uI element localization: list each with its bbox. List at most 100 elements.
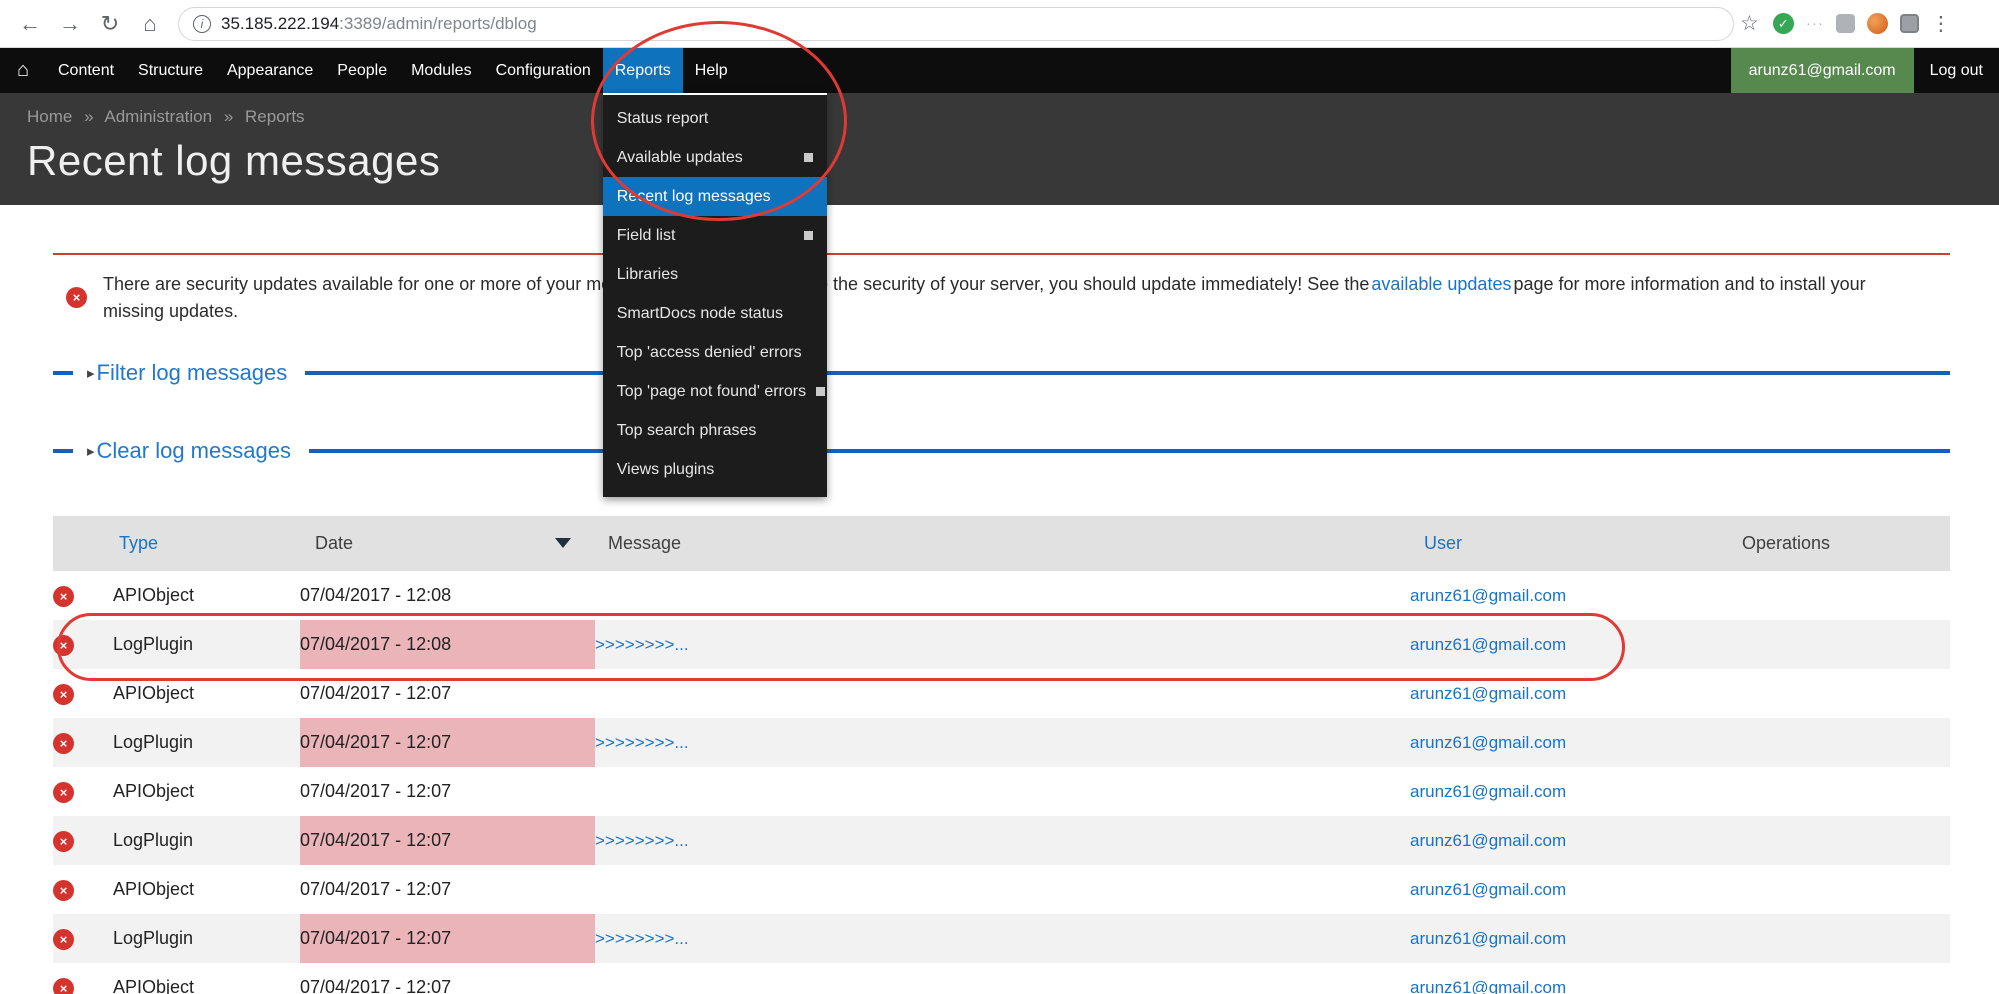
- log-date: 07/04/2017 - 12:07: [300, 767, 595, 816]
- dropdown-item-top-page-not-found[interactable]: Top 'page not found' errors: [603, 372, 827, 411]
- menu-item-modules[interactable]: Modules: [399, 48, 483, 93]
- menu-item-structure[interactable]: Structure: [126, 48, 215, 93]
- dropdown-item-recent-log-messages[interactable]: Recent log messages: [603, 177, 827, 216]
- clear-log-messages-fieldset: ▸ Clear log messages: [53, 437, 1950, 465]
- user-link[interactable]: arunz61@gmail.com: [1410, 586, 1566, 605]
- log-date: 07/04/2017 - 12:07: [300, 865, 595, 914]
- error-icon: ×: [53, 929, 74, 950]
- table-row: × LogPlugin 07/04/2017 - 12:07 >>>>>>>>.…: [53, 914, 1950, 963]
- table-row: × APIObject 07/04/2017 - 12:07 arunz61@g…: [53, 865, 1950, 914]
- dropdown-item-top-search-phrases[interactable]: Top search phrases: [603, 411, 827, 450]
- user-link[interactable]: arunz61@gmail.com: [1410, 880, 1566, 899]
- extension-dots-icon[interactable]: ···: [1806, 15, 1824, 32]
- breadcrumb-home[interactable]: Home: [27, 107, 72, 126]
- collapsed-arrow-icon: ▸: [87, 442, 95, 460]
- admin-toolbar: ⌂ Content Structure Appearance People Mo…: [0, 48, 1999, 93]
- address-bar[interactable]: i 35.185.222.194:3389/admin/reports/dblo…: [178, 7, 1734, 41]
- user-link[interactable]: arunz61@gmail.com: [1410, 929, 1566, 948]
- log-type: LogPlugin: [113, 816, 300, 865]
- log-type: APIObject: [113, 669, 300, 718]
- dropdown-item-smartdocs-node-status[interactable]: SmartDocs node status: [603, 294, 827, 333]
- account-email-badge[interactable]: arunz61@gmail.com: [1731, 48, 1914, 93]
- log-date: 07/04/2017 - 12:08: [300, 620, 595, 669]
- browser-menu-icon[interactable]: ⋮: [1931, 11, 1951, 36]
- extension-icon[interactable]: [1836, 14, 1855, 33]
- update-indicator-icon: [804, 153, 813, 162]
- menu-item-configuration[interactable]: Configuration: [484, 48, 603, 93]
- user-link[interactable]: arunz61@gmail.com: [1410, 635, 1566, 654]
- drupal-home-icon[interactable]: ⌂: [0, 48, 46, 93]
- table-row-highlighted: × LogPlugin 07/04/2017 - 12:08 >>>>>>>>.…: [53, 620, 1950, 669]
- sort-type-link[interactable]: Type: [119, 533, 158, 553]
- breadcrumb-reports[interactable]: Reports: [245, 107, 305, 126]
- update-indicator-icon: [816, 387, 825, 396]
- dropdown-item-available-updates[interactable]: Available updates: [603, 138, 827, 177]
- home-icon[interactable]: ⌂: [132, 6, 168, 42]
- extensions-area: ✓ ···: [1773, 13, 1919, 34]
- menu-item-people[interactable]: People: [325, 48, 399, 93]
- back-icon[interactable]: ←: [12, 6, 48, 42]
- log-date: 07/04/2017 - 12:07: [300, 816, 595, 865]
- user-link[interactable]: arunz61@gmail.com: [1410, 733, 1566, 752]
- page-header: Home » Administration » Reports Recent l…: [0, 93, 1999, 205]
- screenshot-extension-icon[interactable]: [1900, 14, 1919, 33]
- log-date: 07/04/2017 - 12:08: [300, 571, 595, 620]
- header-type: Type: [113, 516, 300, 571]
- menu-item-help[interactable]: Help: [683, 48, 740, 93]
- dropdown-item-top-access-denied[interactable]: Top 'access denied' errors: [603, 333, 827, 372]
- bookmark-star-icon[interactable]: ☆: [1740, 11, 1759, 36]
- log-date: 07/04/2017 - 12:07: [300, 718, 595, 767]
- table-row: × APIObject 07/04/2017 - 12:07 arunz61@g…: [53, 963, 1950, 994]
- log-type: APIObject: [113, 571, 300, 620]
- profile-avatar-icon[interactable]: [1867, 13, 1888, 34]
- log-type: APIObject: [113, 963, 300, 994]
- header-date-sorted[interactable]: Date: [300, 516, 595, 571]
- error-icon: ×: [53, 831, 74, 852]
- dropdown-item-status-report[interactable]: Status report: [603, 99, 827, 138]
- url-host: 35.185.222.194: [221, 14, 339, 33]
- menu-item-reports[interactable]: Reports Status report Available updates …: [603, 48, 683, 93]
- log-type: LogPlugin: [113, 620, 300, 669]
- error-icon: ×: [53, 782, 74, 803]
- log-message-link[interactable]: >>>>>>>>...: [595, 929, 689, 948]
- header-user: User: [1410, 516, 1740, 571]
- user-link[interactable]: arunz61@gmail.com: [1410, 978, 1566, 994]
- log-message-link[interactable]: >>>>>>>>...: [595, 635, 689, 654]
- user-link[interactable]: arunz61@gmail.com: [1410, 684, 1566, 703]
- page-info-icon[interactable]: i: [193, 15, 211, 33]
- reload-icon[interactable]: ↻: [92, 6, 128, 42]
- filter-log-messages-toggle[interactable]: Filter log messages: [97, 360, 288, 386]
- url-port: :3389: [339, 14, 382, 33]
- sort-user-link[interactable]: User: [1424, 533, 1462, 553]
- operations-cell: [1740, 816, 1950, 865]
- screen: ← → ↻ ⌂ i 35.185.222.194:3389/admin/repo…: [0, 0, 1999, 994]
- fieldset-dash: [53, 371, 73, 375]
- user-link[interactable]: arunz61@gmail.com: [1410, 782, 1566, 801]
- filter-log-messages-fieldset: ▸ Filter log messages: [53, 359, 1950, 387]
- forward-icon[interactable]: →: [52, 6, 88, 42]
- user-link[interactable]: arunz61@gmail.com: [1410, 831, 1566, 850]
- dropdown-item-libraries[interactable]: Libraries: [603, 255, 827, 294]
- clear-log-messages-toggle[interactable]: Clear log messages: [97, 438, 291, 464]
- menu-item-reports-label: Reports: [615, 62, 671, 80]
- browser-toolbar: ← → ↻ ⌂ i 35.185.222.194:3389/admin/repo…: [0, 0, 1999, 48]
- sort-desc-icon: [555, 538, 571, 548]
- dropdown-item-views-plugins[interactable]: Views plugins: [603, 450, 827, 489]
- table-row: × APIObject 07/04/2017 - 12:08 arunz61@g…: [53, 571, 1950, 620]
- extension-check-icon[interactable]: ✓: [1773, 13, 1794, 34]
- operations-cell: [1740, 767, 1950, 816]
- log-type: APIObject: [113, 767, 300, 816]
- breadcrumb-administration[interactable]: Administration: [104, 107, 212, 126]
- reports-dropdown: Status report Available updates Recent l…: [603, 93, 827, 497]
- menu-item-content[interactable]: Content: [46, 48, 126, 93]
- available-updates-link[interactable]: available updates: [1371, 274, 1511, 294]
- log-message-link[interactable]: >>>>>>>>...: [595, 831, 689, 850]
- main-content: × There are security updates available f…: [0, 253, 1999, 994]
- log-message-link[interactable]: >>>>>>>>...: [595, 733, 689, 752]
- dropdown-item-field-list[interactable]: Field list: [603, 216, 827, 255]
- menu-item-appearance[interactable]: Appearance: [215, 48, 325, 93]
- logout-link[interactable]: Log out: [1914, 48, 1999, 93]
- page-title: Recent log messages: [27, 137, 1999, 185]
- fieldset-dash: [53, 449, 73, 453]
- error-icon: ×: [53, 684, 74, 705]
